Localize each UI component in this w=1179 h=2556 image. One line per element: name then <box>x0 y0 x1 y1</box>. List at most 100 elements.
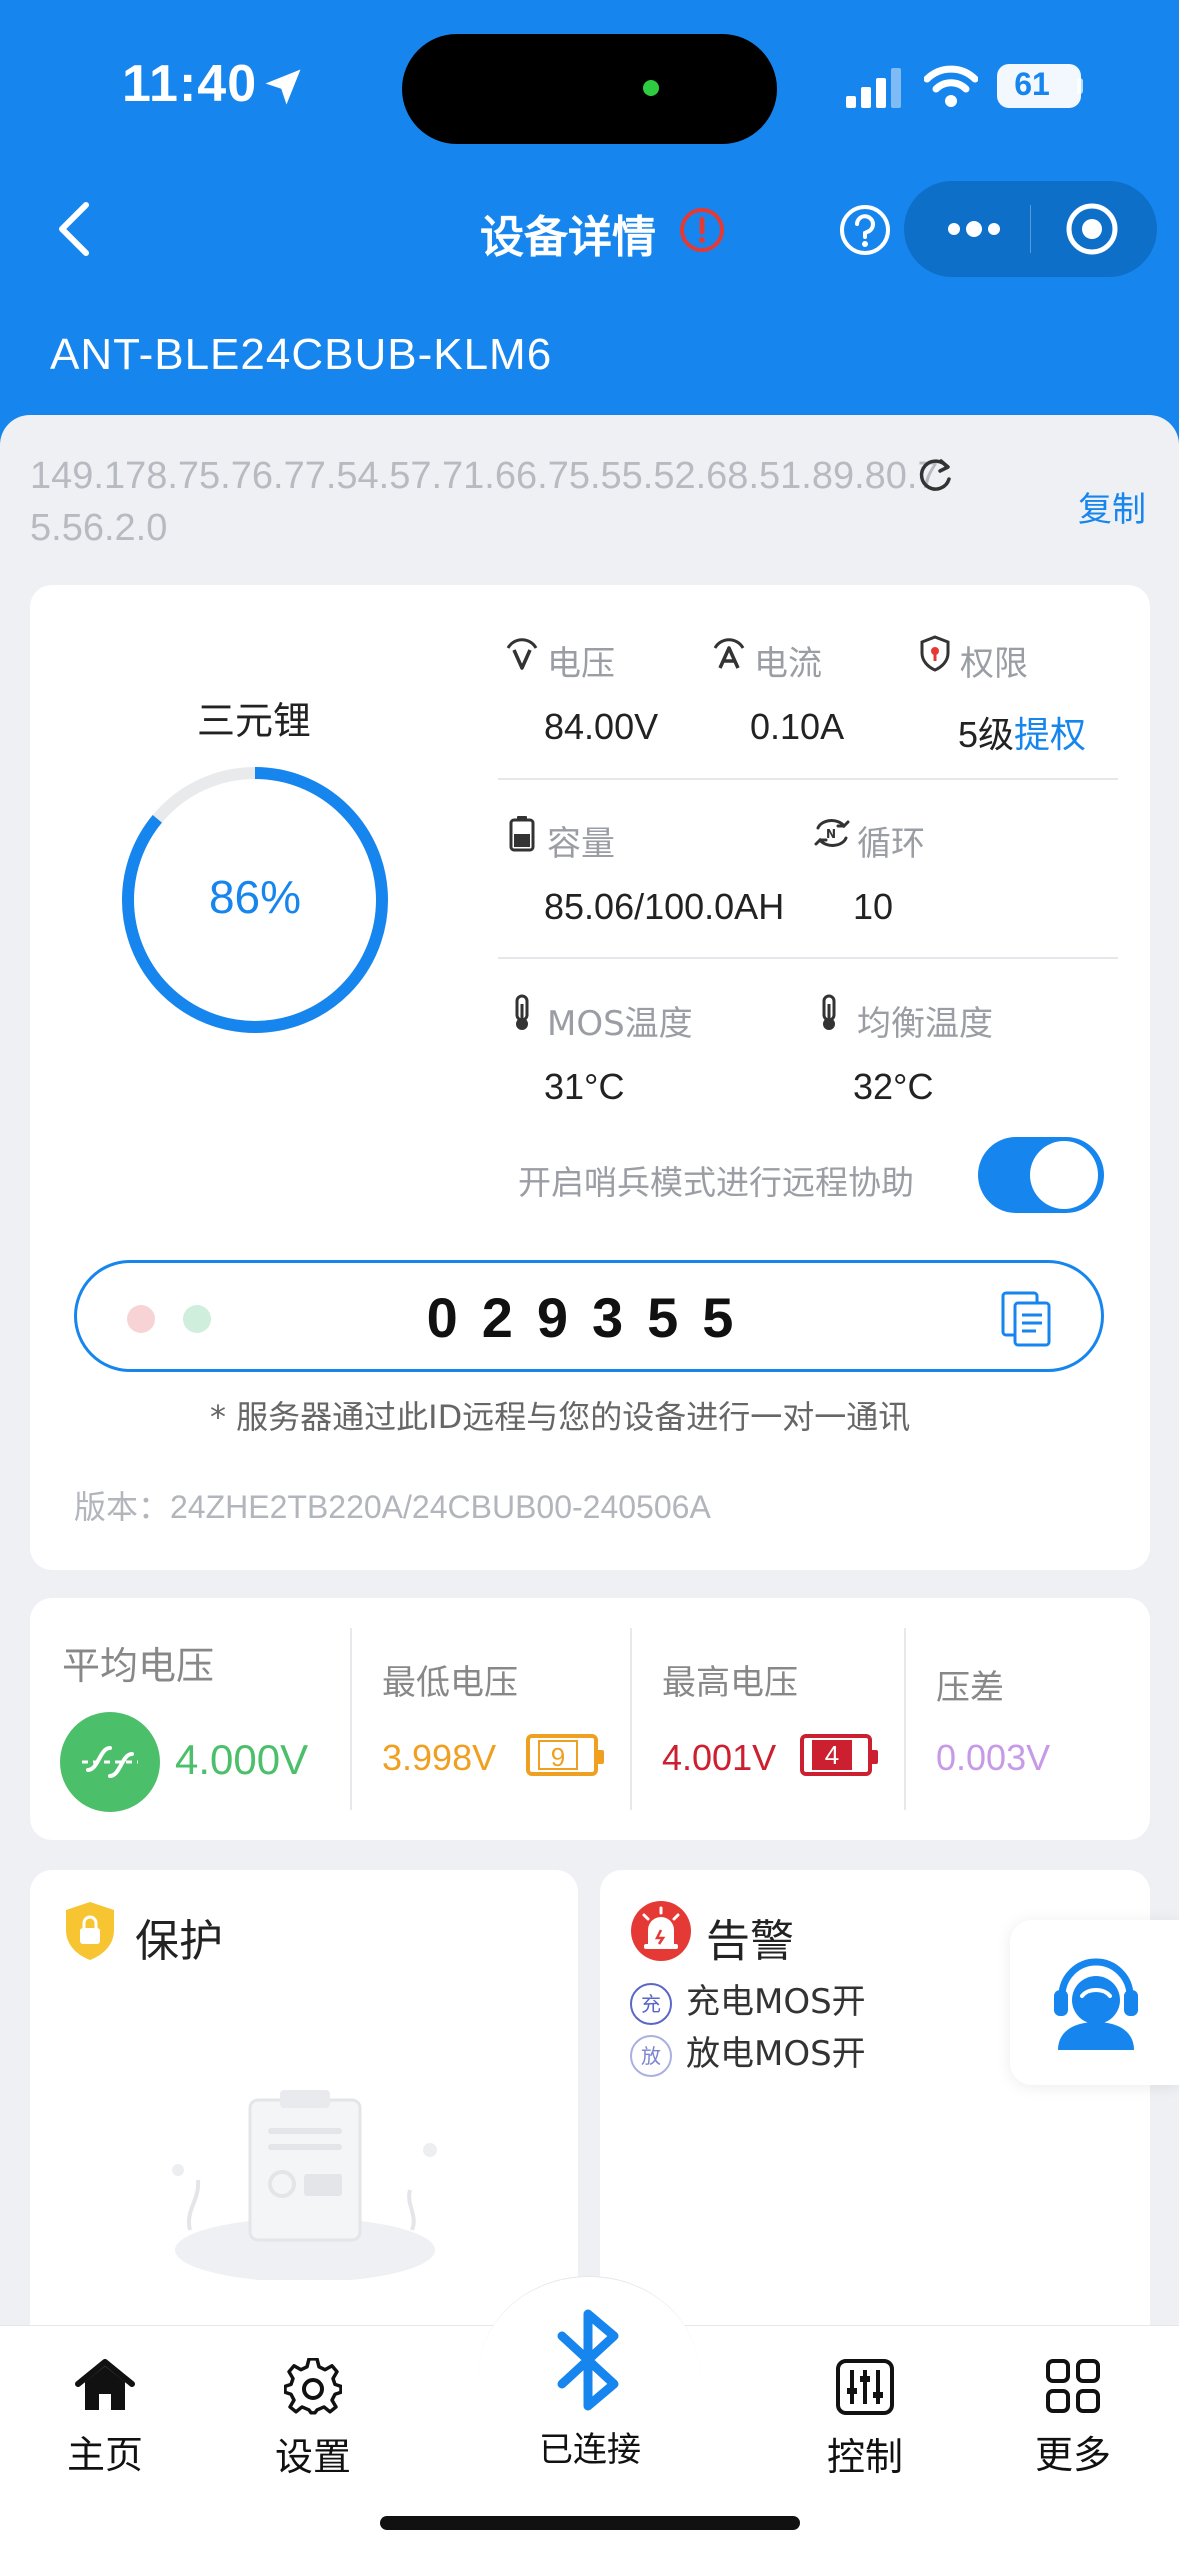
divider <box>904 1628 906 1810</box>
device-address: 149.178.75.76.77.54.57.71.66.75.55.52.68… <box>30 455 939 549</box>
discharge-badge: 放 <box>630 2034 672 2077</box>
copy-id-icon[interactable] <box>999 1289 1055 1349</box>
help-icon[interactable] <box>838 203 892 257</box>
max-cell-badge: 4 <box>800 1734 878 1776</box>
min-cell-badge: 9 <box>526 1734 604 1776</box>
alarm-item-text: 充电MOS开 <box>686 1982 866 2022</box>
soc-percent: 86% <box>208 871 302 923</box>
device-name: ANT-BLE24CBUB-KLM6 <box>50 330 553 379</box>
headset-agent-icon <box>1054 1958 1138 2050</box>
sliders-icon <box>836 2359 894 2415</box>
min-voltage-value: 3.998V <box>382 1737 497 1778</box>
grid-icon <box>1046 2359 1100 2413</box>
avg-voltage-value: 4.000V <box>175 1736 309 1783</box>
cellular-signal-icon <box>846 68 901 108</box>
thermometer-icon <box>515 994 529 1030</box>
tab-home-label: 主页 <box>66 2433 143 2477</box>
permission-level: 5级 <box>958 714 1015 755</box>
cycle-value: 10 <box>853 886 894 927</box>
gear-icon <box>284 2358 342 2415</box>
home-icon <box>75 2359 135 2410</box>
alarm-item-text: 放电MOS开 <box>686 2034 866 2074</box>
permission-value: 5级提权 <box>958 706 1086 758</box>
wave-icon <box>60 1712 160 1812</box>
capsule-divider <box>1030 205 1031 253</box>
more-options-icon[interactable] <box>944 207 1004 251</box>
status-time: 11:40 <box>122 55 258 113</box>
toggle-knob <box>1030 1141 1098 1209</box>
voltage-label: 电压 <box>547 644 615 684</box>
location-arrow-icon <box>265 69 301 105</box>
alarm-title: 告警 <box>706 1916 794 1967</box>
cycle-label: 循环 <box>857 824 925 864</box>
alarm-item: 放放电MOS开 <box>630 2026 866 2077</box>
avg-voltage-label: 平均电压 <box>62 1644 215 1688</box>
status-bar: 11:40 61 <box>0 0 1179 175</box>
battery-tip <box>872 1750 878 1764</box>
shield-icon <box>920 635 950 672</box>
tab-settings[interactable]: 设置 <box>248 2358 378 2481</box>
max-voltage-label: 最高电压 <box>662 1663 798 1703</box>
current-icon <box>713 638 745 669</box>
back-button[interactable] <box>50 199 100 259</box>
tab-bluetooth-label: 已连接 <box>539 2430 641 2470</box>
voltage-value: 84.00V <box>544 706 659 747</box>
home-indicator <box>380 2516 800 2530</box>
customer-support-button[interactable] <box>1010 1920 1179 2085</box>
wifi-icon <box>924 65 978 107</box>
tab-settings-label: 设置 <box>274 2435 351 2479</box>
miniprogram-capsule <box>904 181 1157 277</box>
current-value: 0.10A <box>750 706 845 747</box>
tab-bluetooth[interactable]: 已连接 <box>500 2306 680 2471</box>
tab-more[interactable]: 更多 <box>1008 2358 1138 2479</box>
remote-id-code: 029355 <box>426 1286 758 1349</box>
voltage-diff-value: 0.003V <box>936 1737 1051 1778</box>
bluetooth-icon <box>557 2309 619 2411</box>
nav-bar: 设备详情 <box>0 175 1179 285</box>
warning-icon[interactable] <box>678 206 726 254</box>
battery-capacity-icon <box>509 816 535 852</box>
max-cell-number: 4 <box>812 1740 852 1770</box>
min-voltage-label: 最低电压 <box>382 1663 518 1703</box>
tab-home[interactable]: 主页 <box>40 2358 170 2479</box>
remote-id-note: * 服务器通过此ID远程与您的设备进行一对一通讯 <box>210 1398 911 1436</box>
thermometer-icon <box>822 994 836 1030</box>
battery-tip <box>1077 78 1083 94</box>
divider <box>498 957 1118 959</box>
copy-address-button[interactable]: 复制 <box>1078 482 1146 531</box>
voltage-icon <box>506 638 538 670</box>
close-miniprogram-icon[interactable] <box>1064 201 1120 257</box>
dynamic-island <box>402 34 777 144</box>
mos-temp-label: MOS温度 <box>547 1004 693 1044</box>
current-label: 电流 <box>754 644 822 684</box>
empty-state-illustration <box>172 2090 437 2280</box>
shield-lock-icon <box>66 1902 114 1960</box>
cycle-icon: N <box>814 819 850 847</box>
charge-badge: 充 <box>630 1982 672 2025</box>
divider <box>498 778 1118 780</box>
min-cell-number: 9 <box>538 1740 578 1772</box>
svg-text:N: N <box>826 827 836 841</box>
max-voltage-value: 4.001V <box>662 1737 777 1778</box>
elevate-permission-button[interactable]: 提权 <box>1014 714 1086 755</box>
battery-level: 61 <box>1014 66 1050 102</box>
alarm-siren-icon <box>631 1901 691 1961</box>
protection-title: 保护 <box>135 1916 223 1967</box>
sentinel-mode-label: 开启哨兵模式进行远程协助 <box>518 1163 914 1202</box>
balance-temp-label: 均衡温度 <box>857 1004 993 1044</box>
divider <box>630 1628 632 1810</box>
battery-chemistry: 三元锂 <box>197 699 312 743</box>
voltage-diff-label: 压差 <box>936 1668 1004 1708</box>
capacity-label: 容量 <box>547 824 615 864</box>
alarm-item: 充充电MOS开 <box>630 1974 866 2025</box>
remote-id-box: 029355 <box>74 1260 1104 1372</box>
battery-indicator: 61 <box>997 64 1081 108</box>
refresh-icon[interactable] <box>915 455 955 495</box>
page-title: 设备详情 <box>480 212 656 263</box>
mos-temp-value: 31°C <box>544 1066 625 1107</box>
sentinel-mode-toggle[interactable] <box>978 1137 1104 1213</box>
tab-control[interactable]: 控制 <box>800 2358 930 2481</box>
firmware-version: 版本：24ZHE2TB220A/24CBUB00-240506A <box>74 1489 711 1525</box>
tab-more-label: 更多 <box>1034 2433 1111 2477</box>
divider <box>350 1628 352 1810</box>
